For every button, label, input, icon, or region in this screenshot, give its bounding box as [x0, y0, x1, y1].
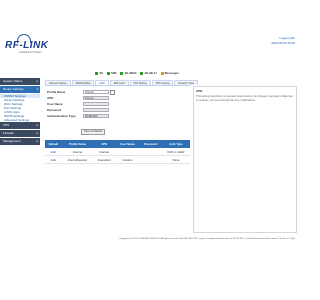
table-cell: Internet [61, 148, 94, 156]
table-cell: PAP or CHAP [161, 148, 190, 156]
chevron-right-icon: ▸ [36, 139, 38, 143]
sidebar-item-management[interactable]: Management ▸ [0, 138, 40, 145]
status-label: 4G [99, 71, 104, 75]
sim-icon [107, 71, 111, 75]
profile-name-field[interactable]: Internet [83, 90, 109, 94]
column-header: Profile Name [61, 140, 94, 148]
password-field[interactable] [83, 108, 109, 112]
chevron-right-icon: ▸ [36, 131, 38, 135]
user-name-field[interactable] [83, 102, 109, 106]
wan-icon [120, 71, 124, 75]
status-label: 4G-Wi-Fi [144, 71, 157, 75]
status-label: 4G-WAN [124, 71, 137, 75]
status-label: Messages [164, 71, 180, 75]
apn-profile-table: Default Profile Name APN User Name Passw… [45, 140, 190, 164]
main-panel: Network Status WWAN(SIM) APN SIM Card PI… [45, 80, 199, 164]
status-label: SIM [111, 71, 117, 75]
status-item-wifi: 4G-Wi-Fi [140, 71, 157, 75]
column-header: User Name [115, 140, 140, 148]
tab-pin-setting[interactable]: PIN Setting [129, 80, 151, 85]
tab-ppp-setting[interactable]: PPP setting [151, 80, 174, 85]
datetime-text: 2022-03-03 10:00 [271, 40, 295, 45]
brand-name: RF-LINK [5, 40, 49, 51]
tab-network-type[interactable]: Network Type [174, 80, 199, 85]
chevron-right-icon: ▸ [36, 79, 38, 83]
table-cell: Inactive [115, 155, 140, 164]
sidebar-item-router-settings[interactable]: Router Settings ▾ [0, 86, 40, 93]
sidebar-item-firewall[interactable]: Firewall ▸ [0, 130, 40, 137]
table-cell: Interaction [93, 155, 116, 164]
password-label: Password [47, 108, 62, 112]
sidebar-item-label: System Status [3, 79, 23, 83]
sidebar-item-label: Management [3, 139, 21, 143]
table-cell: Edit [45, 148, 62, 156]
form-row-auth: Authentication Type NONE-PAP [45, 113, 190, 119]
column-header: Auth Type [161, 140, 190, 148]
top-links: Logout (Alt) 2022-03-03 10:00 [271, 36, 295, 45]
status-item-4g: 4G [95, 71, 103, 75]
tab-apn[interactable]: APN [95, 80, 109, 85]
brand-tagline: Industrial IoT Router [19, 51, 42, 54]
column-header: Password [139, 140, 162, 148]
sidebar-item-system-status[interactable]: System Status ▸ [0, 78, 40, 85]
apn-field[interactable]: Internet [83, 96, 109, 100]
tab-wwan-sim[interactable]: WWAN(SIM) [71, 80, 95, 85]
auth-type-label: Authentication Type [47, 114, 76, 118]
help-text: This setting depending on operator requi… [196, 95, 293, 102]
table-cell: None [161, 155, 190, 164]
chevron-right-icon: ▸ [36, 123, 38, 127]
column-header: APN [93, 140, 116, 148]
table-cell [115, 148, 140, 156]
wifi-icon [140, 71, 144, 75]
message-icon [160, 71, 164, 75]
sidebar-item-label: Router Settings [3, 87, 24, 91]
status-strip: 4G SIM 4G-WAN 4G-Wi-Fi Messages [95, 71, 179, 75]
save-default-button[interactable]: Save as Default [81, 129, 106, 135]
table-cell: Edit [45, 155, 62, 164]
help-panel: APN This setting depending on operator r… [193, 86, 297, 233]
table-row: Edit Internet Internet PAP or CHAP [45, 148, 190, 156]
chevron-down-icon: ▾ [36, 87, 38, 91]
table-header-row: Default Profile Name APN User Name Passw… [45, 140, 190, 148]
table-row: Edit InternetSession Interaction Inactiv… [45, 155, 190, 164]
table-cell: InternetSession [61, 155, 94, 164]
edit-link[interactable]: Edit [51, 150, 56, 154]
tab-network-status[interactable]: Network Status [45, 80, 71, 85]
apn-label: APN [47, 96, 54, 100]
column-header: Default [45, 140, 62, 148]
edit-link[interactable]: Edit [51, 158, 56, 162]
profile-name-label: Profile Name [47, 90, 66, 94]
brand-logo: RF-LINK Industrial IoT Router [5, 34, 65, 58]
signal-icon [95, 71, 98, 75]
sidebar-item-vpn[interactable]: VPN ▸ [0, 122, 40, 129]
apn-form: Profile Name Internet APN Internet User … [45, 89, 190, 137]
top-header: RF-LINK Industrial IoT Router Logout (Al… [0, 0, 300, 60]
sidebar: System Status ▸ Router Settings ▾ WWAN Set… [0, 78, 40, 158]
table-cell: Internet [93, 148, 116, 156]
user-name-label: User Name [47, 102, 63, 106]
footer-copyright: Copyright (C) 2022 Y-LINK(RF-LINK) INC. … [119, 238, 295, 240]
sidebar-item-label: Firewall [3, 131, 14, 135]
table-cell [139, 155, 162, 164]
tab-sim-card[interactable]: SIM Card [109, 80, 129, 85]
status-item-wan: 4G-WAN [120, 71, 136, 75]
table-cell [139, 148, 162, 156]
tab-bar: Network Status WWAN(SIM) APN SIM Card PI… [45, 80, 199, 86]
sidebar-item-label: VPN [3, 123, 10, 127]
status-item-messages[interactable]: Messages [160, 71, 180, 75]
help-title: APN [196, 89, 203, 93]
profile-checkbox[interactable] [110, 89, 115, 95]
auth-type-select[interactable]: NONE-PAP [83, 114, 109, 118]
status-item-sim: SIM [107, 71, 116, 75]
